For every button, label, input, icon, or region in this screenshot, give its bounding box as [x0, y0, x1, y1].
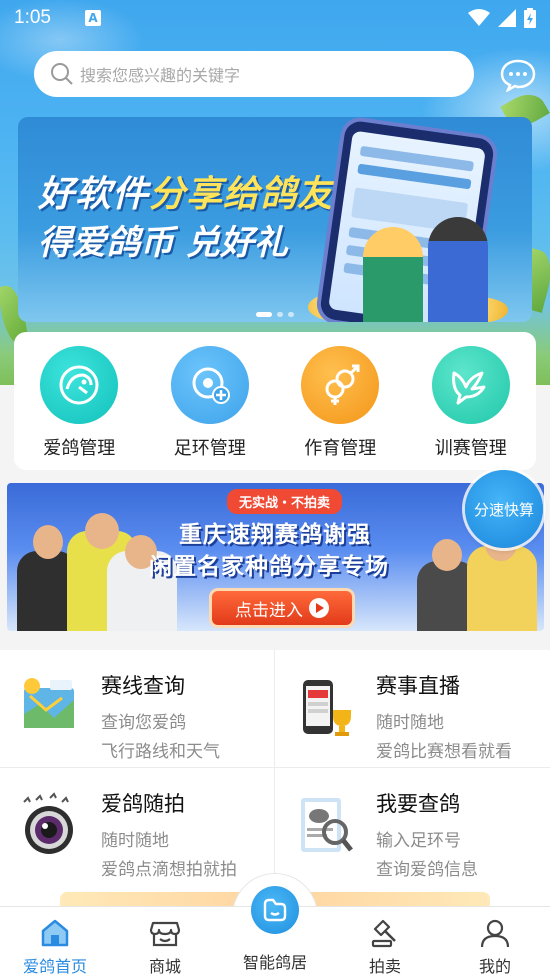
live-phone-icon	[303, 680, 351, 736]
service-desc: 输入足环号	[376, 831, 461, 851]
service-title: 我要查鸽	[376, 792, 460, 816]
user-icon	[480, 919, 510, 948]
tab-auction[interactable]: 拍卖	[330, 907, 440, 979]
quick-item-label: 训赛管理	[434, 438, 507, 459]
quick-item-pigeon-management[interactable]: 爱鸽管理	[24, 346, 134, 460]
service-desc: 查询您爱鸽	[101, 713, 186, 733]
quick-item-label: 爱鸽管理	[43, 438, 116, 459]
home-icon	[41, 919, 69, 947]
quick-menu: 爱鸽管理 足环管理 作育管理 训赛管理	[14, 332, 536, 470]
quick-item-ring-management[interactable]: 足环管理	[155, 346, 265, 460]
camera-lens-icon	[23, 792, 73, 854]
message-button[interactable]	[500, 58, 536, 93]
service-desc: 查询爱鸽信息	[376, 860, 478, 880]
quick-item-training-management[interactable]: 训赛管理	[416, 346, 526, 460]
banner-headline: 好软件分享给鸽友	[38, 174, 335, 215]
ring-add-icon	[192, 367, 230, 404]
service-live-broadcast[interactable]: 赛事直播 随时随地 爱鸽比赛想看就看	[275, 650, 550, 768]
service-desc: 随时随地	[376, 713, 444, 733]
store-icon	[149, 921, 181, 947]
search-bar[interactable]: 搜索您感兴趣的关键字	[34, 51, 474, 97]
route-map-icon	[24, 678, 74, 728]
person-photo	[85, 513, 119, 549]
search-input[interactable]: 搜索您感兴趣的关键字	[80, 62, 240, 86]
carousel-dot[interactable]	[288, 312, 294, 317]
tab-home[interactable]: 爱鸽首页	[0, 907, 110, 979]
person-illustration	[428, 217, 488, 322]
banner-subheadline: 得爱鸽币 兑好礼	[38, 223, 288, 263]
quick-item-label: 足环管理	[173, 438, 246, 459]
play-icon	[309, 598, 329, 618]
service-desc: 飞行路线和天气	[101, 742, 220, 762]
services-grid: 赛线查询 查询您爱鸽 飞行路线和天气 赛事直播 随时随地 爱鸽比赛想看就看 爱鸽…	[0, 650, 550, 886]
smart-loft-icon	[263, 898, 287, 922]
notification-icon: A	[84, 10, 101, 26]
ad-title: 重庆速翔赛鸽谢强	[179, 522, 371, 548]
service-title: 赛线查询	[101, 674, 185, 698]
ad-subtitle: 闲置名家种鸽分享专场	[149, 554, 389, 580]
quick-item-label: 作育管理	[304, 438, 377, 459]
pigeon-search-icon	[301, 798, 353, 852]
ad-enter-label: 点击进入	[235, 600, 303, 621]
service-title: 爱鸽随拍	[101, 792, 185, 816]
battery-icon	[524, 8, 536, 28]
person-photo	[432, 539, 462, 571]
tab-mall[interactable]: 商城	[110, 907, 220, 979]
service-desc: 随时随地	[101, 831, 169, 851]
tab-label: 拍卖	[368, 957, 401, 976]
person-illustration	[363, 227, 423, 322]
gender-symbol-icon	[325, 364, 360, 405]
person-photo	[33, 525, 63, 559]
ad-tag: 无实战・不拍卖	[227, 489, 343, 514]
service-pigeon-lookup[interactable]: 我要查鸽 输入足环号 查询爱鸽信息	[275, 768, 550, 886]
service-desc: 爱鸽比赛想看就看	[376, 742, 512, 762]
tab-label: 商城	[148, 957, 181, 976]
signal-icon	[498, 9, 516, 27]
tab-label: 智能鸽居	[242, 953, 307, 972]
service-title: 赛事直播	[376, 674, 460, 698]
ad-enter-button[interactable]: 点击进入	[212, 591, 352, 625]
tab-profile[interactable]: 我的	[440, 907, 550, 979]
tab-label: 我的	[478, 957, 511, 976]
speed-calc-label: 分速快算	[473, 500, 534, 519]
chat-bubble-icon	[500, 59, 536, 93]
dove-icon	[451, 371, 486, 405]
speed-calc-button[interactable]: 分速快算	[465, 470, 543, 548]
tab-label: 爱鸽首页	[22, 957, 87, 976]
service-photo-snap[interactable]: 爱鸽随拍 随时随地 爱鸽点滴想拍就拍	[0, 768, 275, 886]
carousel-indicator	[256, 312, 294, 317]
search-icon	[51, 63, 73, 85]
promo-banner[interactable]: 好软件分享给鸽友 得爱鸽币 兑好礼	[18, 117, 532, 322]
wifi-icon	[468, 9, 490, 26]
service-desc: 爱鸽点滴想拍就拍	[101, 860, 237, 880]
carousel-dot[interactable]	[277, 312, 283, 317]
service-route-query[interactable]: 赛线查询 查询您爱鸽 飞行路线和天气	[0, 650, 275, 768]
status-time: 1:05	[14, 7, 51, 28]
smart-loft-button[interactable]	[251, 886, 299, 934]
pigeon-head-icon	[59, 365, 99, 405]
carousel-dot[interactable]	[256, 312, 272, 317]
gavel-icon	[371, 919, 396, 948]
quick-item-breeding-management[interactable]: 作育管理	[285, 346, 395, 460]
ad-banner[interactable]: 无实战・不拍卖 重庆速翔赛鸽谢强 闲置名家种鸽分享专场 点击进入	[7, 483, 544, 631]
status-bar: 1:05 A	[0, 0, 550, 36]
